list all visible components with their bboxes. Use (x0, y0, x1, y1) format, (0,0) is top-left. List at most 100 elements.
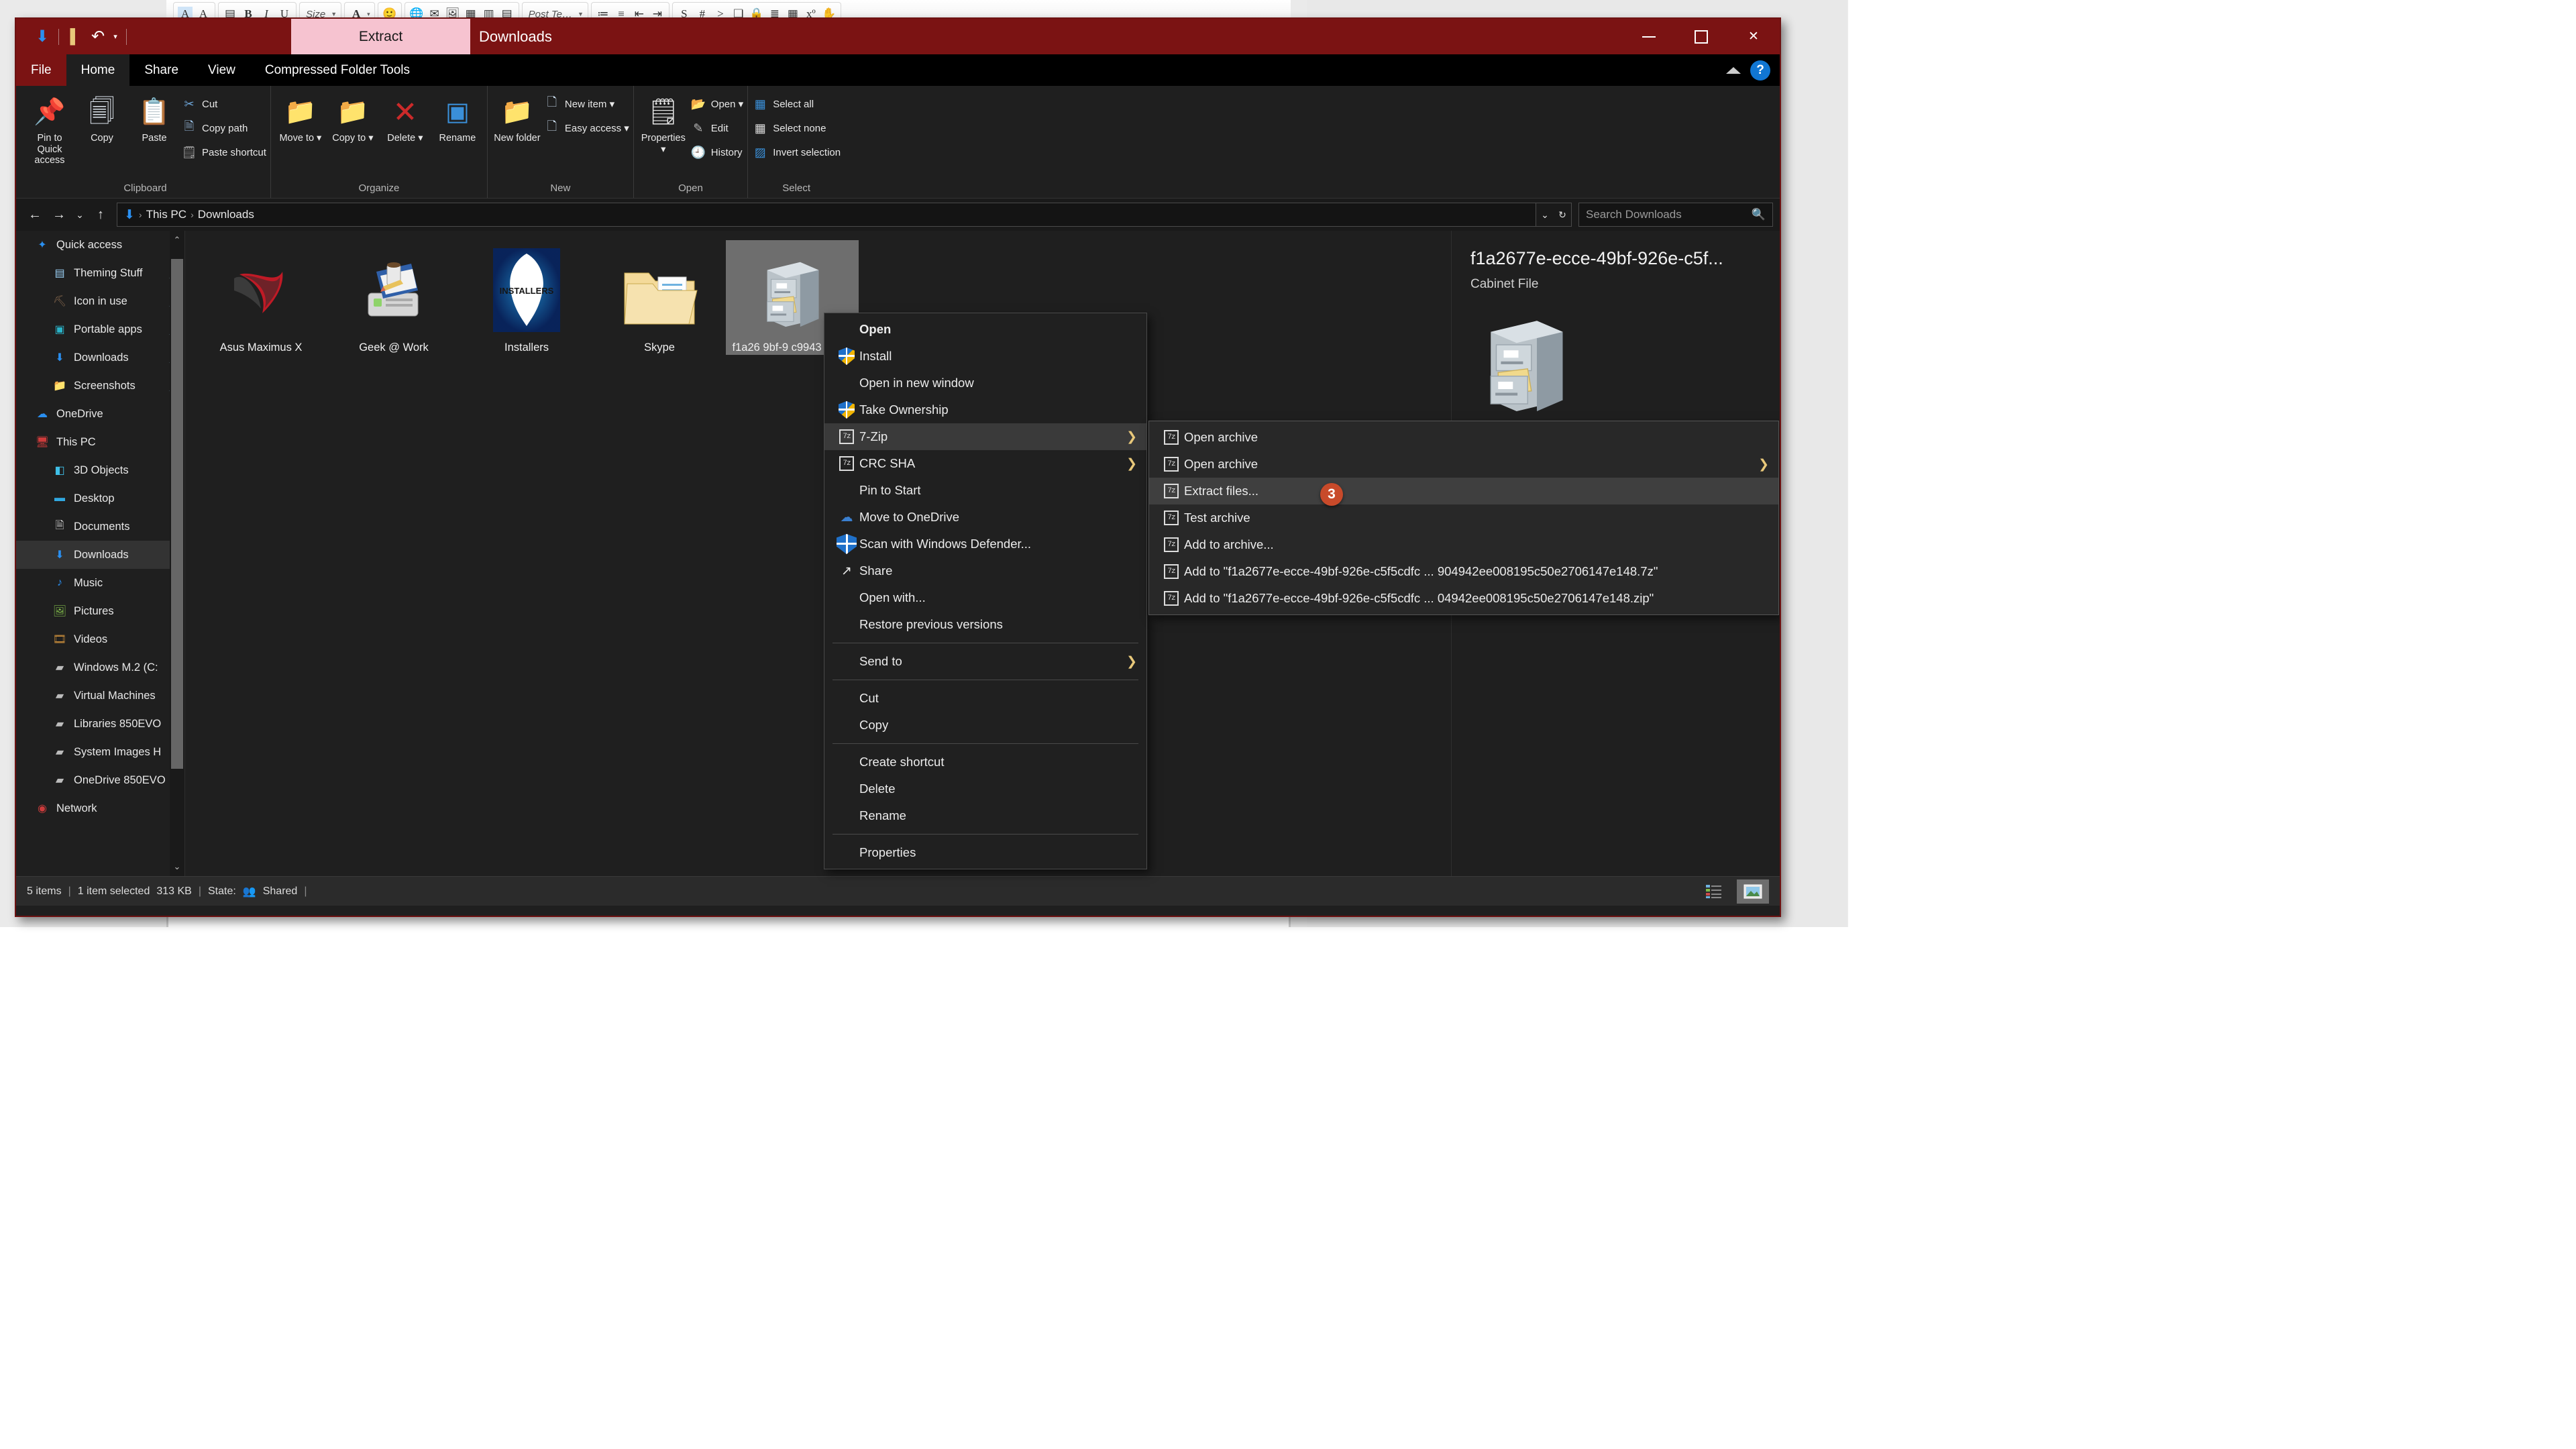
ribbon-button-paste[interactable]: 📋 Paste (129, 91, 180, 144)
ribbon-button-move-to[interactable]: 📁 Move to ▾ (275, 91, 326, 144)
context-menu-item-create-shortcut[interactable]: Create shortcut (824, 749, 1146, 775)
context-menu-item-send-to[interactable]: Send to ❯ (824, 648, 1146, 675)
context-menu-item-delete[interactable]: Delete (824, 775, 1146, 802)
context-menu-item-cut[interactable]: Cut (824, 685, 1146, 712)
breadcrumb-this-pc[interactable]: This PC (146, 208, 186, 221)
details-view-button[interactable] (1698, 879, 1730, 904)
ribbon-tab-compressed-folder-tools[interactable]: Compressed Folder Tools (250, 54, 425, 86)
up-button[interactable]: ↑ (89, 203, 113, 227)
context-menu-item-take-ownership[interactable]: Take Ownership (824, 396, 1146, 423)
sidebar-item-pictures[interactable]: 🖼 Pictures (16, 597, 184, 625)
ribbon-button-new-folder[interactable]: 📁 New folder (492, 91, 543, 144)
ribbon-button-open[interactable]: 📂 Open ▾ (690, 95, 744, 113)
sidebar-item-onedrive[interactable]: ☁ OneDrive (16, 400, 184, 428)
context-menu-item-install[interactable]: Install (824, 343, 1146, 370)
ribbon-button-paste-shortcut[interactable]: 🗒 Paste shortcut (181, 144, 266, 161)
ribbon-tab-file[interactable]: File (16, 54, 66, 86)
refresh-button[interactable]: ↻ (1554, 203, 1571, 226)
sidebar-item-portable-apps[interactable]: ▣ Portable apps 📌 (16, 315, 184, 343)
sidebar-item-quick-access[interactable]: ✦ Quick access (16, 231, 184, 259)
large-icons-view-button[interactable] (1737, 879, 1769, 904)
submenu-item-open-archive[interactable]: 7z Open archive (1149, 424, 1778, 451)
scroll-down-icon[interactable]: ⌄ (174, 857, 181, 876)
context-menu-item-scan-with-windows-defender[interactable]: Scan with Windows Defender... (824, 531, 1146, 557)
downloads-qat-icon[interactable]: ⬇ (31, 25, 54, 48)
ribbon-button-delete[interactable]: ✕ Delete ▾ (380, 91, 431, 144)
file-item-asus-maximus-x[interactable]: Asus Maximus X (195, 240, 327, 355)
search-input[interactable]: Search Downloads (1586, 208, 1682, 221)
search-box[interactable]: Search Downloads 🔍 (1578, 203, 1773, 227)
search-icon[interactable]: 🔍 (1752, 208, 1766, 221)
sidebar-item-system-images-h[interactable]: ▰ System Images H (16, 738, 184, 766)
address-dropdown-button[interactable]: ⌄ (1536, 203, 1554, 226)
ribbon-button-copy-to[interactable]: 📁 Copy to ▾ (327, 91, 378, 144)
context-menu-item-share[interactable]: ↗ Share (824, 557, 1146, 584)
sidebar-item-network[interactable]: ◉ Network (16, 794, 184, 822)
sidebar-item-icon-in-use[interactable]: ⛏ Icon in use 📌 (16, 287, 184, 315)
scroll-up-icon[interactable]: ⌃ (174, 231, 181, 250)
submenu-item-test-archive[interactable]: 7z Test archive (1149, 504, 1778, 531)
context-menu-item-open-in-new-window[interactable]: Open in new window (824, 370, 1146, 396)
ribbon-button-rename[interactable]: ▣ Rename (432, 91, 483, 144)
ribbon-button-cut[interactable]: ✂ Cut (181, 95, 266, 113)
context-menu-item-properties[interactable]: Properties (824, 839, 1146, 866)
sidebar-item-windows-m2-c[interactable]: ▰ Windows M.2 (C: (16, 653, 184, 682)
ribbon-button-edit[interactable]: ✎ Edit (690, 119, 743, 137)
context-menu-item-open[interactable]: Open (824, 316, 1146, 343)
context-menu-item-move-to-onedrive[interactable]: ☁ Move to OneDrive (824, 504, 1146, 531)
sidebar-item-screenshots[interactable]: 📁 Screenshots 📌 (16, 372, 184, 400)
ribbon-tab-view[interactable]: View (193, 54, 250, 86)
context-menu-item-open-with[interactable]: Open with... (824, 584, 1146, 611)
ribbon-tab-home[interactable]: Home (66, 54, 130, 86)
sidebar-item-documents[interactable]: 🗎 Documents (16, 513, 184, 541)
ribbon-button-properties[interactable]: 🗒 Properties ▾ (638, 91, 689, 155)
contextual-tab-extract[interactable]: Extract (291, 19, 470, 54)
submenu-item-extract-files[interactable]: 7z Extract files... (1149, 478, 1778, 504)
sidebar-item-theming-stuff[interactable]: ▤ Theming Stuff 📌 (16, 259, 184, 287)
chevron-up-icon[interactable] (1726, 66, 1741, 74)
customize-qat-caret-icon[interactable]: ▾ (109, 25, 121, 48)
submenu-item-add-to-7z[interactable]: 7z Add to "f1a2677e-ecce-49bf-926e-c5f5c… (1149, 558, 1778, 585)
sidebar-item-3d-objects[interactable]: ◧ 3D Objects (16, 456, 184, 484)
context-menu-item-copy[interactable]: Copy (824, 712, 1146, 739)
context-menu-item-rename[interactable]: Rename (824, 802, 1146, 829)
submenu-item-add-to-zip[interactable]: 7z Add to "f1a2677e-ecce-49bf-926e-c5f5c… (1149, 585, 1778, 612)
ribbon-button-copy-path[interactable]: 🗎 Copy path (181, 119, 266, 137)
recent-locations-button[interactable]: ⌄ (71, 203, 89, 227)
forward-button[interactable]: → (47, 203, 71, 227)
ribbon-button-new-item[interactable]: 🗋 New item ▾ (544, 95, 629, 113)
minimize-button[interactable] (1623, 19, 1675, 54)
ribbon-button-easy-access[interactable]: 🗋 Easy access ▾ (544, 119, 629, 137)
ribbon-button-invert-selection[interactable]: ▨ Invert selection (752, 144, 841, 161)
maximize-button[interactable] (1675, 19, 1727, 54)
ribbon-tab-share[interactable]: Share (129, 54, 193, 86)
sidebar-item-virtual-machines[interactable]: ▰ Virtual Machines (16, 682, 184, 710)
breadcrumb-downloads[interactable]: Downloads (198, 208, 254, 221)
ribbon-button-pin-to-quick-access[interactable]: 📌 Pin to Quick access (24, 91, 75, 166)
back-button[interactable]: ← (23, 203, 47, 227)
ribbon-button-copy[interactable]: 🗐 Copy (76, 91, 127, 144)
sidebar-item-this-pc[interactable]: 🖥 This PC (16, 428, 184, 456)
file-item-installers[interactable]: INSTALLERS Installers (460, 240, 593, 355)
address-bar[interactable]: ⬇ › This PC › Downloads (117, 203, 1536, 227)
close-button[interactable]: ✕ (1727, 19, 1780, 54)
sidebar-item-libraries-850evo[interactable]: ▰ Libraries 850EVO (16, 710, 184, 738)
context-menu-item-crc-sha[interactable]: 7z CRC SHA ❯ (824, 450, 1146, 477)
file-item-geek-at-work[interactable]: Geek @ Work (327, 240, 460, 355)
context-menu-item-7-zip[interactable]: 7z 7-Zip ❯ (824, 423, 1146, 450)
submenu-item-add-to-archive[interactable]: 7z Add to archive... (1149, 531, 1778, 558)
sidebar-item-downloads[interactable]: ⬇ Downloads (16, 541, 184, 569)
navigation-scrollbar-thumb[interactable] (171, 259, 183, 769)
folder-qat-icon[interactable]: ▌ (64, 25, 87, 48)
ribbon-button-history[interactable]: 🕘 History (690, 144, 743, 161)
sidebar-item-desktop[interactable]: ▬ Desktop (16, 484, 184, 513)
ribbon-button-select-none[interactable]: ▦ Select none (752, 119, 841, 137)
sidebar-item-music[interactable]: ♪ Music (16, 569, 184, 597)
sidebar-item-downloads-quick[interactable]: ⬇ Downloads 📌 (16, 343, 184, 372)
undo-qat-icon[interactable]: ↶ (87, 25, 109, 48)
submenu-item-open-archive-with[interactable]: 7z Open archive ❯ (1149, 451, 1778, 478)
ribbon-button-select-all[interactable]: ▦ Select all (752, 95, 841, 113)
sidebar-item-videos[interactable]: 🎞 Videos (16, 625, 184, 653)
file-item-skype[interactable]: Skype (593, 240, 726, 355)
context-menu-item-restore-previous-versions[interactable]: Restore previous versions (824, 611, 1146, 638)
